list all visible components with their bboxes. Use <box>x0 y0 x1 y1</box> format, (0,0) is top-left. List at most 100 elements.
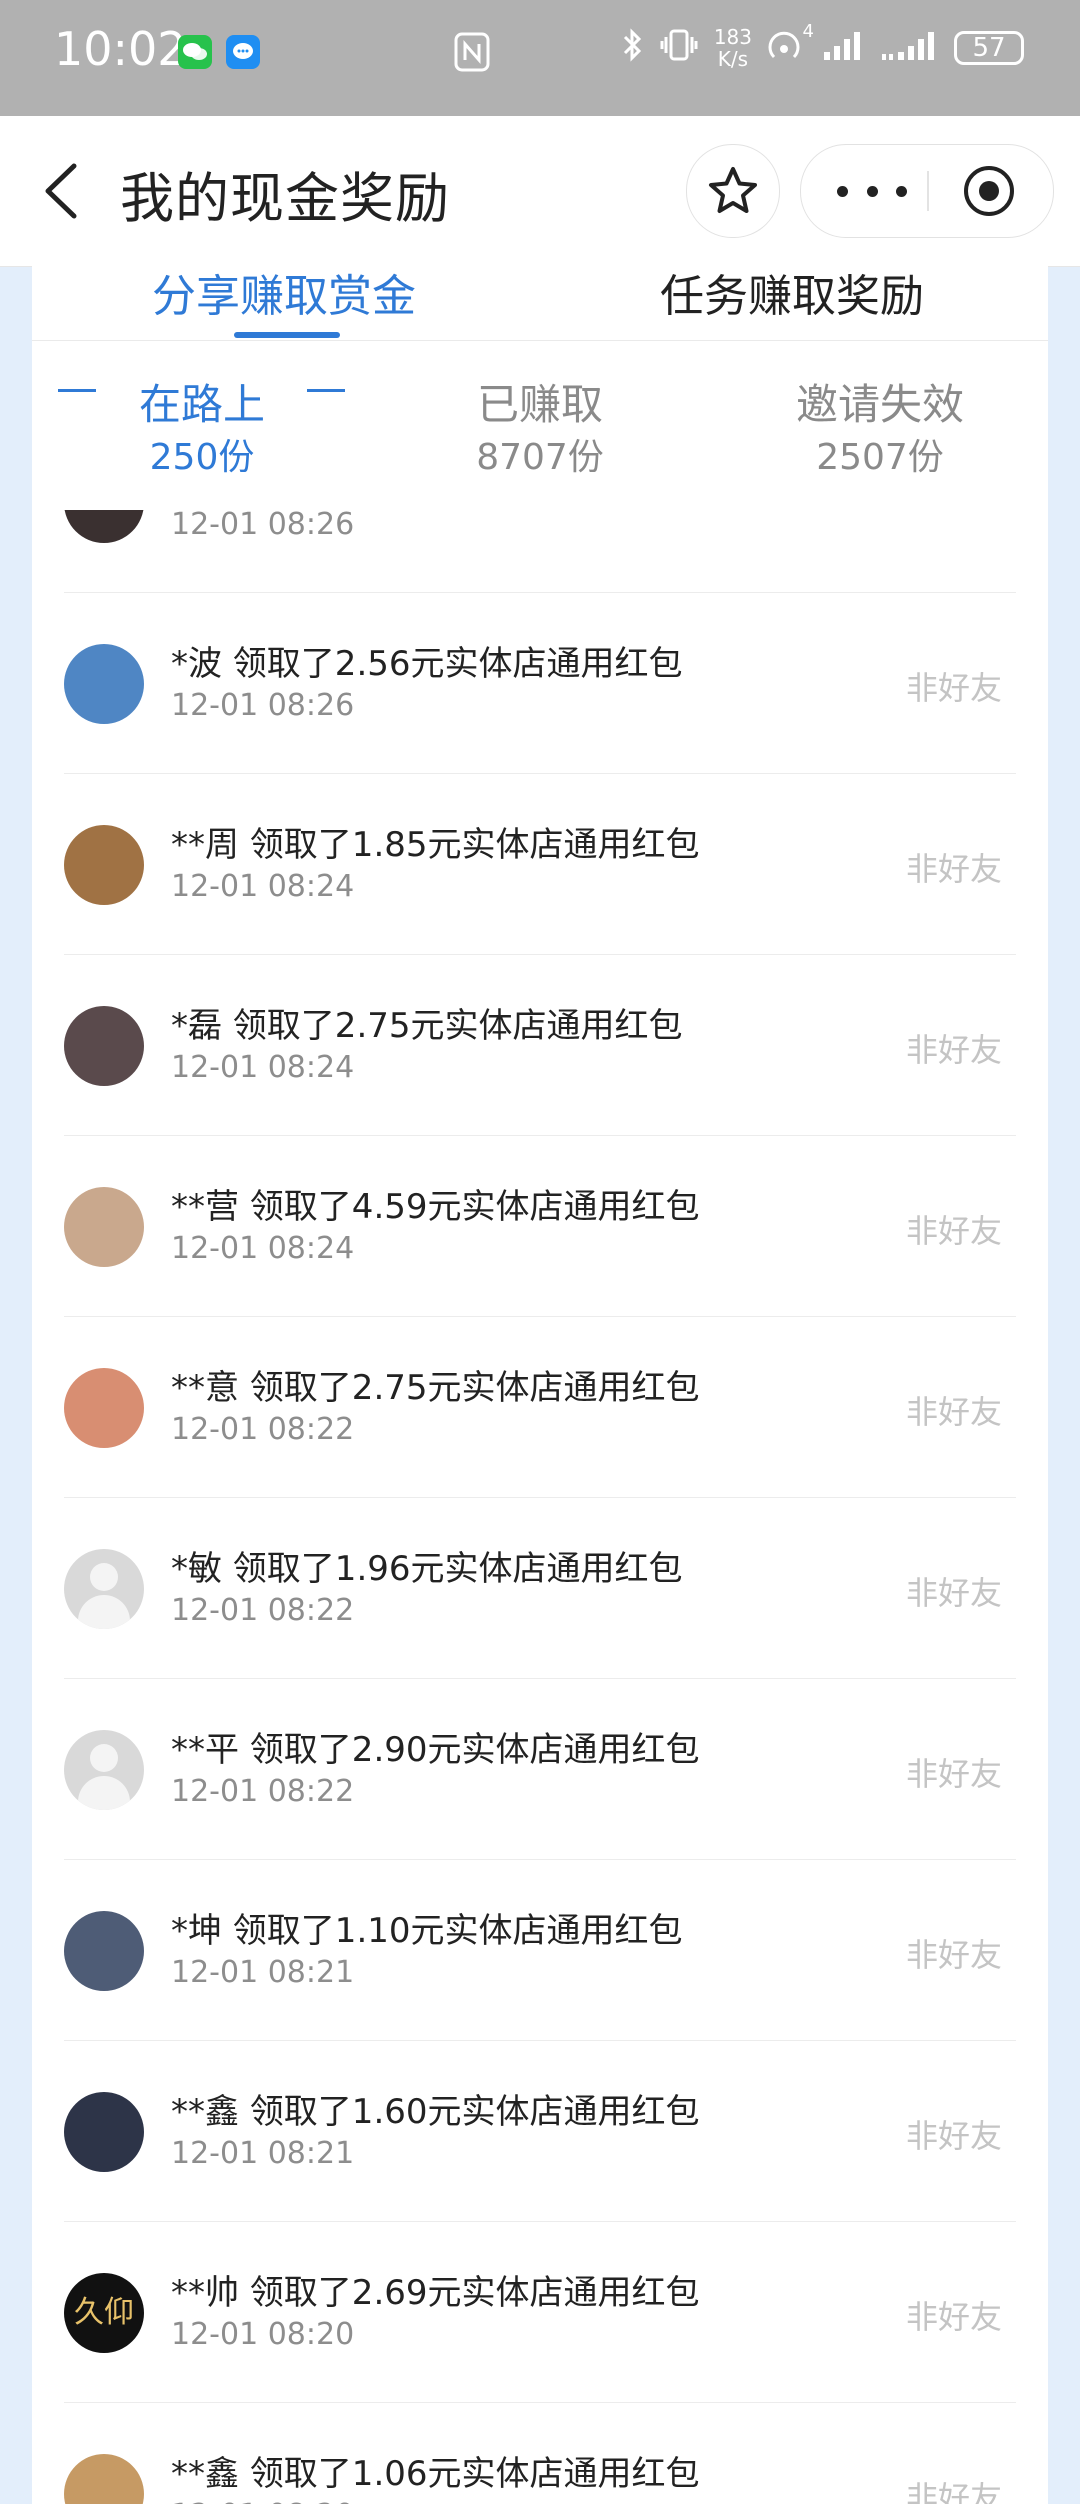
list-item[interactable]: **营 领取了4.59元实体店通用红包 12-01 08:24 非好友 <box>32 1136 1048 1317</box>
net-speed-value: 183 <box>713 25 752 49</box>
rewards-card: 分享赚取赏金 任务赚取奖励 在路上 250份 已赚取 8707份 邀请失效 25… <box>32 266 1048 2504</box>
list-item[interactable]: **平 领取了2.90元实体店通用红包 12-01 08:22 非好友 <box>32 1679 1048 1860</box>
subtab-expired-count: 2507份 <box>816 437 944 478</box>
friend-status: 非好友 <box>905 1755 1002 1793</box>
record-title: *波 领取了2.56元实体店通用红包 <box>171 644 683 684</box>
subtab-earned-label: 已赚取 <box>476 380 603 429</box>
back-button[interactable] <box>36 156 86 226</box>
list-item[interactable]: 12-01 08:26 <box>32 510 1048 593</box>
record-time: 12-01 08:22 <box>171 1412 355 1447</box>
avatar-head <box>90 1563 118 1591</box>
record-title: **周 领取了1.85元实体店通用红包 <box>171 825 700 865</box>
record-time: 12-01 08:24 <box>171 869 355 904</box>
more-dot <box>837 185 848 197</box>
main-tabs: 分享赚取赏金 任务赚取奖励 <box>32 266 1048 341</box>
vibrate-icon <box>658 27 700 70</box>
subtab-in-transit-label: 在路上 <box>138 380 265 429</box>
record-time: 12-01 08:20 <box>171 2498 354 2504</box>
friend-status: 非好友 <box>905 2479 1002 2504</box>
default-avatar-icon <box>64 1730 144 1810</box>
subtab-earned[interactable]: 已赚取 8707份 <box>410 377 670 483</box>
net-speed: 183 K/s <box>714 26 752 70</box>
avatar-glyph: 久仰 <box>74 2295 134 2330</box>
nav-bar: 我的现金奖励 <box>0 116 1080 267</box>
record-title: **鑫 领取了1.06元实体店通用红包 <box>171 2454 700 2494</box>
avatar <box>64 644 144 724</box>
default-avatar-icon <box>64 1549 144 1629</box>
list-item[interactable]: **意 领取了2.75元实体店通用红包 12-01 08:22 非好友 <box>32 1317 1048 1498</box>
avatar <box>64 825 144 905</box>
signal-icon <box>822 28 866 69</box>
record-title: **帅 领取了2.69元实体店通用红包 <box>171 2273 700 2313</box>
star-icon <box>709 167 757 213</box>
more-dot <box>866 185 878 197</box>
bluetooth-icon <box>622 27 644 70</box>
favorite-button[interactable] <box>686 144 780 238</box>
subtab-expired-label: 邀请失效 <box>795 380 964 429</box>
friend-status: 非好友 <box>905 1574 1002 1612</box>
page-title: 我的现金奖励 <box>120 167 450 230</box>
list-item[interactable]: **周 领取了1.85元实体店通用红包 12-01 08:24 非好友 <box>32 774 1048 955</box>
list-item[interactable]: **鑫 领取了1.06元实体店通用红包 12-01 08:20 非好友 <box>32 2403 1048 2504</box>
avatar <box>64 1368 144 1448</box>
list-item[interactable]: 久仰 **帅 领取了2.69元实体店通用红包 12-01 08:20 非好友 <box>32 2222 1048 2403</box>
record-time: 12-01 08:21 <box>171 2136 355 2171</box>
avatar-torso <box>78 1595 130 1629</box>
more-button[interactable] <box>837 173 907 209</box>
battery-indicator: 57 <box>954 31 1024 65</box>
tab-indicator <box>234 332 340 338</box>
record-time: 12-01 08:22 <box>171 1593 355 1628</box>
avatar-torso <box>78 1776 130 1810</box>
avatar <box>64 2454 144 2504</box>
target-icon <box>964 166 1014 216</box>
signal-label: 4 <box>802 20 814 42</box>
more-dot <box>896 185 907 197</box>
friend-status: 非好友 <box>905 1031 1002 1069</box>
friend-status: 非好友 <box>905 2117 1002 2155</box>
friend-status: 非好友 <box>905 669 1002 707</box>
list-item[interactable]: *磊 领取了2.75元实体店通用红包 12-01 08:24 非好友 <box>32 955 1048 1136</box>
hotspot-icon: 4 <box>766 21 814 70</box>
tab-task-earn[interactable]: 任务赚取奖励 <box>660 266 924 324</box>
avatar <box>64 2092 144 2172</box>
list-item[interactable]: *坤 领取了1.10元实体店通用红包 12-01 08:21 非好友 <box>32 1860 1048 2041</box>
avatar-head <box>90 1744 118 1772</box>
record-title: **平 领取了2.90元实体店通用红包 <box>171 1730 700 1770</box>
message-notification-icon <box>226 35 260 69</box>
record-title: **营 领取了4.59元实体店通用红包 <box>171 1187 700 1227</box>
list-item[interactable]: *波 领取了2.56元实体店通用红包 12-01 08:26 非好友 <box>32 593 1048 774</box>
close-mini-program-button[interactable] <box>961 163 1017 219</box>
records-list: 12-01 08:26 *波 领取了2.56元实体店通用红包 12-01 08:26… <box>32 510 1048 2504</box>
record-title: *磊 领取了2.75元实体店通用红包 <box>171 1006 683 1046</box>
list-item[interactable]: **鑫 领取了1.60元实体店通用红包 12-01 08:21 非好友 <box>32 2041 1048 2222</box>
wechat-notification-icon <box>178 35 212 69</box>
tab-share-earn[interactable]: 分享赚取赏金 <box>152 266 416 324</box>
friend-status: 非好友 <box>905 1936 1002 1974</box>
avatar <box>64 1006 144 1086</box>
record-title: **鑫 领取了1.60元实体店通用红包 <box>171 2092 700 2132</box>
subtab-in-transit[interactable]: 在路上 250份 <box>72 377 332 483</box>
avatar: 久仰 <box>64 2273 144 2353</box>
record-title: *坤 领取了1.10元实体店通用红包 <box>171 1911 683 1951</box>
record-time: 12-01 08:26 <box>171 688 355 723</box>
record-time: 12-01 08:21 <box>171 1955 355 1990</box>
avatar <box>64 510 144 543</box>
record-time: 12-01 08:24 <box>171 1231 355 1266</box>
record-time: 12-01 08:20 <box>171 2317 355 2352</box>
record-time: 12-01 08:22 <box>171 1774 355 1809</box>
subtab-earned-count: 8707份 <box>476 437 604 478</box>
subtab-expired[interactable]: 邀请失效 2507份 <box>750 377 1010 483</box>
record-title: *敏 领取了1.96元实体店通用红包 <box>171 1549 683 1589</box>
record-time: 12-01 08:26 <box>171 510 355 542</box>
record-time: 12-01 08:24 <box>171 1050 355 1085</box>
avatar <box>64 1187 144 1267</box>
friend-status: 非好友 <box>905 1393 1002 1431</box>
status-time: 10:02 <box>54 22 187 76</box>
list-item[interactable]: *敏 领取了1.96元实体店通用红包 12-01 08:22 非好友 <box>32 1498 1048 1679</box>
friend-status: 非好友 <box>905 2298 1002 2336</box>
subtab-in-transit-count: 250份 <box>149 437 255 478</box>
avatar <box>64 1911 144 1991</box>
nfc-icon <box>454 32 490 76</box>
net-speed-unit: K/s <box>717 47 749 71</box>
records-list-viewport[interactable]: 12-01 08:26 *波 领取了2.56元实体店通用红包 12-01 08:26… <box>32 510 1048 2504</box>
